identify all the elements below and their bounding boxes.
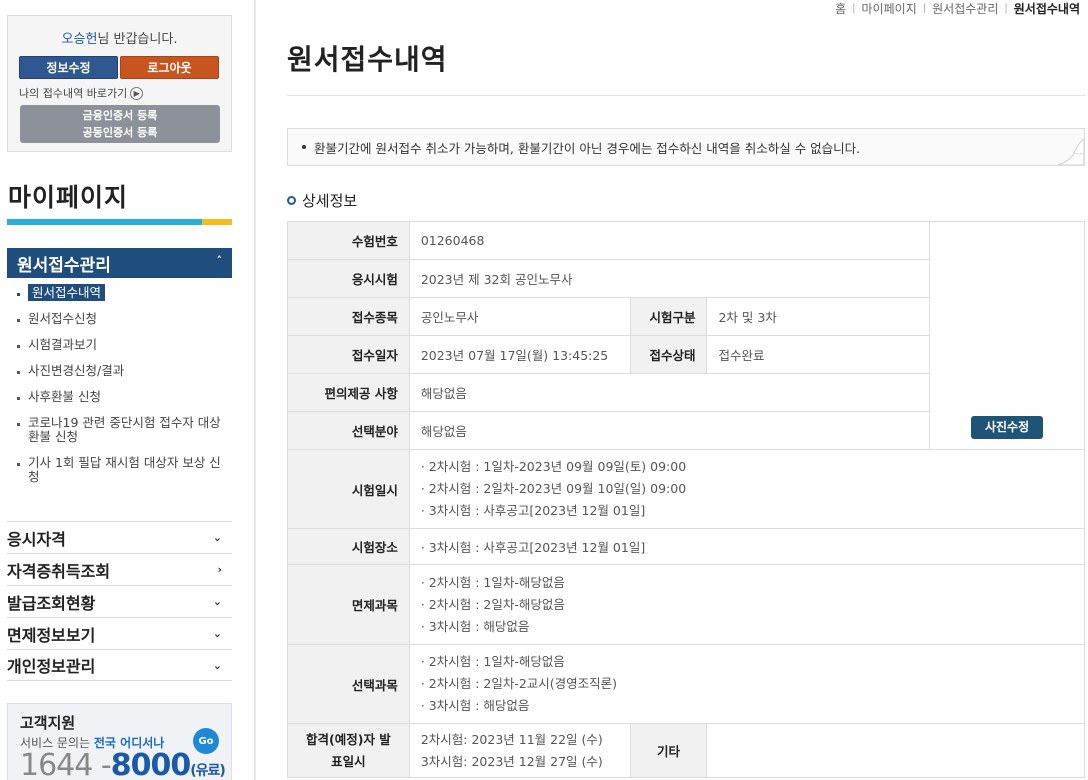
login-box: 오승헌님 반갑습니다. 정보수정 로그아웃 나의 접수내역 바로가기 ▶ 금융인…	[7, 15, 232, 152]
place-label: 시험장소	[287, 528, 410, 565]
division-value: 2차 및 3차	[706, 297, 931, 336]
exempt-label: 면제과목	[287, 564, 410, 645]
table-row: 수험번호 01260468 사진수정	[287, 221, 1085, 450]
menu-item-issuance[interactable]: 발급조회현황 ⌄	[7, 585, 232, 617]
menu-item-exemption[interactable]: 면제정보보기 ⌄	[7, 617, 232, 649]
date-value: 2023년 07월 17일(월) 13:45:25	[408, 335, 631, 374]
sidebar-title: 마이페이지	[8, 183, 129, 212]
table-row: 시험일시 · 2차시험 : 1일차-2023년 09월 09일(토) 09:00…	[287, 449, 1086, 529]
submenu-item-covid-refund[interactable]: 코로나19 관련 중단시험 접수자 대상 환불 신청	[14, 416, 226, 444]
page-curl-icon	[1057, 138, 1084, 165]
status-label: 접수상태	[629, 335, 708, 374]
chevron-up-icon: ˄	[216, 254, 223, 267]
date-label: 접수일자	[287, 335, 410, 374]
circle-bullet-icon	[287, 196, 296, 205]
photo-cell: 사진수정	[929, 221, 1085, 450]
exam-no-label: 수험번호	[287, 221, 410, 260]
menu-item-license-lookup[interactable]: 자격증취득조회 ›	[7, 553, 232, 585]
page-title: 원서접수내역	[287, 43, 448, 76]
notice-box: 환불기간에 원서접수 취소가 가능하며, 환불기간이 아닌 경우에는 접수하신 …	[287, 128, 1085, 166]
convenience-label: 편의제공 사항	[287, 373, 410, 412]
notice-text: 환불기간에 원서접수 취소가 가능하며, 환불기간이 아닌 경우에는 접수하신 …	[314, 140, 861, 156]
breadcrumb-application-mgmt[interactable]: 원서접수관리	[932, 0, 998, 17]
section-title: 상세정보	[287, 190, 357, 211]
exam-value: 2023년 제 32회 공인노무사	[408, 259, 931, 298]
chevron-down-icon: ⌄	[212, 595, 222, 608]
cert-line-1: 금융인증서 등록	[82, 109, 158, 122]
elective-value: · 2차시험 : 1일차-해당없음 · 2차시험 : 2일차-2교시(경영조직론…	[408, 644, 1086, 724]
submenu-item-retest-compensation[interactable]: 기사 1회 필답 재시험 대상자 보상 신청	[14, 456, 226, 484]
submenu-item-refund[interactable]: 사후환불 신청	[14, 390, 226, 404]
circle-arrow-icon: ▶	[130, 86, 144, 100]
field-value: 해당없음	[408, 411, 931, 450]
bullet-icon	[302, 145, 306, 149]
category-label: 접수종목	[287, 297, 410, 336]
convenience-value: 해당없음	[408, 373, 931, 412]
exam-label: 응시시험	[287, 259, 410, 298]
chevron-down-icon: ⌄	[212, 627, 222, 640]
shortcut-label: 나의 접수내역 바로가기	[19, 87, 128, 100]
status-value: 접수완료	[706, 335, 931, 374]
breadcrumb-mypage[interactable]: 마이페이지	[862, 0, 917, 17]
exempt-value: · 2차시험 : 1일차-해당없음 · 2차시험 : 2일차-해당없음 · 3차…	[408, 564, 1086, 645]
announce-label: 합격(예정)자 발 표일시	[287, 723, 410, 778]
user-name: 오승헌	[61, 32, 98, 47]
customer-support-box: 고객지원 서비스 문의는 전국 어디서나 Go 1644 -8000(유료)	[7, 703, 232, 780]
submenu-item-photo-change[interactable]: 사진변경신청/결과	[14, 364, 226, 378]
etc-value	[706, 723, 1085, 778]
submenu-item-exam-results[interactable]: 시험결과보기	[14, 338, 226, 352]
logout-button[interactable]: 로그아웃	[120, 56, 219, 79]
cs-phone: 1644 -8000(유료)	[20, 748, 226, 780]
schedule-value: · 2차시험 : 1일차-2023년 09월 09일(토) 09:00 · 2차…	[408, 449, 1086, 529]
announce-value: 2차시험: 2023년 11월 22일 (수) 3차시험: 2023년 12월 …	[408, 723, 631, 778]
menu-item-qualification[interactable]: 응시자격 ⌄	[7, 521, 232, 553]
menu-section-application[interactable]: 원서접수관리 ˄	[7, 248, 232, 278]
menu-item-personal-info[interactable]: 개인정보관리 ⌄	[7, 649, 232, 681]
cs-title: 고객지원	[20, 714, 76, 732]
breadcrumb-home[interactable]: 홈	[835, 0, 846, 17]
greeting-suffix: 님 반갑습니다.	[97, 32, 178, 47]
detail-table: 수험번호 01260468 사진수정 응시시험 2023년 제 32회 공인노무…	[287, 221, 1086, 778]
breadcrumb: 홈 | 마이페이지 | 원서접수관리 | 원서접수내역	[835, 0, 1080, 17]
sidebar: 오승헌님 반갑습니다. 정보수정 로그아웃 나의 접수내역 바로가기 ▶ 금융인…	[0, 0, 256, 780]
submenu-item-application-history[interactable]: 원서접수내역	[14, 284, 226, 301]
breadcrumb-current: 원서접수내역	[1013, 2, 1080, 16]
chevron-down-icon: ⌄	[212, 658, 222, 672]
table-row: 면제과목 · 2차시험 : 1일차-해당없음 · 2차시험 : 2일차-해당없음…	[287, 564, 1086, 645]
schedule-label: 시험일시	[287, 449, 410, 529]
menu-section-label: 원서접수관리	[17, 255, 111, 276]
table-row: 합격(예정)자 발 표일시 2차시험: 2023년 11월 22일 (수) 3차…	[287, 723, 1085, 778]
greeting: 오승헌님 반갑습니다.	[8, 28, 231, 47]
main-menu: 응시자격 ⌄ 자격증취득조회 › 발급조회현황 ⌄ 면제정보보기 ⌄ 개인정보관…	[7, 521, 232, 681]
elective-label: 선택과목	[287, 644, 410, 724]
exam-no-value: 01260468	[408, 221, 931, 260]
cert-line-2: 공동인증서 등록	[82, 126, 158, 139]
category-value: 공인노무사	[408, 297, 631, 336]
field-label: 선택분야	[287, 411, 410, 450]
table-row: 시험장소 · 3차시험 : 사후공고[2023년 12월 01일]	[287, 528, 1086, 565]
division-label: 시험구분	[629, 297, 708, 336]
title-divider	[287, 95, 1085, 96]
place-value: · 3차시험 : 사후공고[2023년 12월 01일]	[408, 528, 1086, 565]
title-underline	[7, 219, 232, 225]
photo-edit-button[interactable]: 사진수정	[971, 416, 1044, 439]
chevron-right-icon: ›	[217, 563, 222, 576]
submenu-item-apply[interactable]: 원서접수신청	[14, 312, 226, 326]
my-application-shortcut[interactable]: 나의 접수내역 바로가기 ▶	[19, 85, 231, 101]
chevron-down-icon: ⌄	[212, 531, 222, 544]
etc-label: 기타	[629, 723, 708, 778]
table-row: 선택과목 · 2차시험 : 1일차-해당없음 · 2차시험 : 2일차-2교시(…	[287, 644, 1086, 724]
submenu: 원서접수내역 원서접수신청 시험결과보기 사진변경신청/결과 사후환불 신청 코…	[14, 284, 226, 496]
certificate-register-button[interactable]: 금융인증서 등록 공동인증서 등록	[20, 105, 220, 143]
edit-info-button[interactable]: 정보수정	[19, 56, 118, 79]
